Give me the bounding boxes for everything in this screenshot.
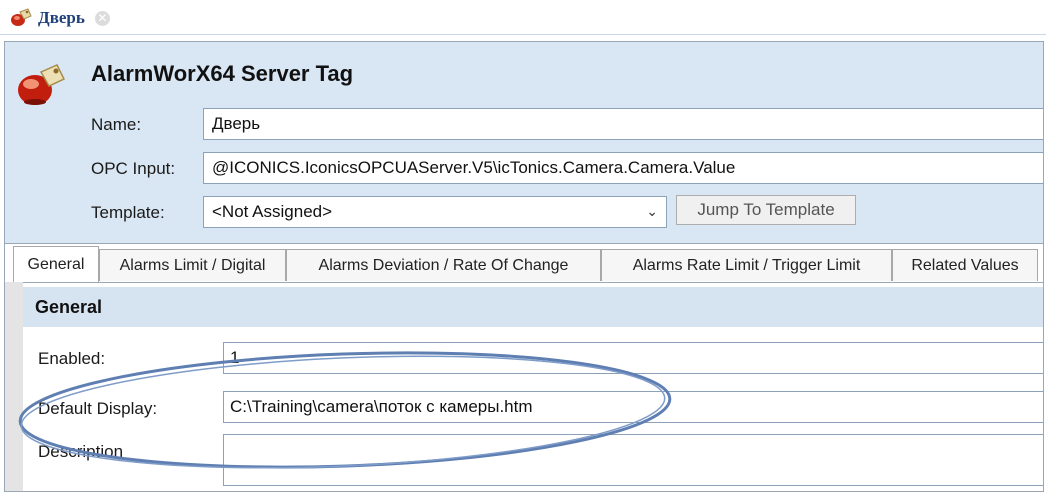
tag-type-title: AlarmWorX64 Server Tag (91, 61, 354, 86)
document-tab[interactable]: Дверь ✕ (10, 6, 110, 30)
template-selected-value: <Not Assigned> (212, 202, 333, 221)
chevron-down-icon[interactable]: ⌄ (646, 197, 658, 227)
alarm-tag-icon (11, 8, 32, 26)
jump-to-template-button[interactable]: Jump To Template (676, 195, 856, 225)
close-icon[interactable]: ✕ (94, 10, 110, 26)
description-label: Description (38, 442, 124, 461)
template-select[interactable]: <Not Assigned> ⌄ (203, 196, 667, 228)
general-section-header: General (23, 287, 1043, 327)
enabled-field[interactable]: 1 (223, 342, 1043, 374)
default-display-label: Default Display: (38, 399, 158, 418)
tab-alarms-rate-limit[interactable]: Alarms Rate Limit / Trigger Limit (601, 249, 892, 281)
tab-related-values[interactable]: Related Values (892, 249, 1038, 281)
tab-alarms-limit-digital[interactable]: Alarms Limit / Digital (99, 249, 286, 281)
tab-content-gutter (5, 282, 23, 491)
description-field[interactable] (223, 434, 1043, 486)
document-tab-title: Дверь (38, 8, 85, 27)
opc-input-field[interactable]: @ICONICS.IconicsOPCUAServer.V5\icTonics.… (203, 152, 1043, 184)
document-tab-bar: Дверь ✕ (0, 0, 1046, 35)
tab-alarms-deviation[interactable]: Alarms Deviation / Rate Of Change (286, 249, 601, 281)
template-label: Template: (91, 203, 165, 222)
default-display-field[interactable]: C:\Training\camera\поток с камеры.htm (223, 391, 1043, 423)
tag-editor: AlarmWorX64 Server Tag Name: Дверь OPC I… (4, 41, 1044, 492)
property-tabs: General Alarms Limit / Digital Alarms De… (5, 243, 1043, 283)
name-label: Name: (91, 115, 142, 134)
tag-header-panel: AlarmWorX64 Server Tag Name: Дверь OPC I… (5, 42, 1043, 243)
tab-general[interactable]: General (13, 246, 99, 282)
enabled-label: Enabled: (38, 349, 106, 368)
name-field[interactable]: Дверь (203, 108, 1043, 140)
alarm-bell-icon (18, 64, 65, 105)
opc-input-label: OPC Input: (91, 159, 176, 178)
